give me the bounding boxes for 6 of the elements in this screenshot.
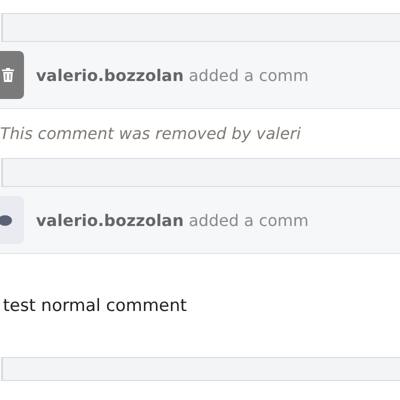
action-text: added a comm	[188, 66, 309, 84]
author-name: valerio.bozzolan	[36, 210, 184, 230]
author-name: valerio.bozzolan	[36, 66, 184, 84]
action-text: added a comm	[188, 210, 309, 230]
comment-text: This comment was removed by valeri	[0, 124, 301, 143]
comment-text: test normal comment	[3, 296, 187, 316]
